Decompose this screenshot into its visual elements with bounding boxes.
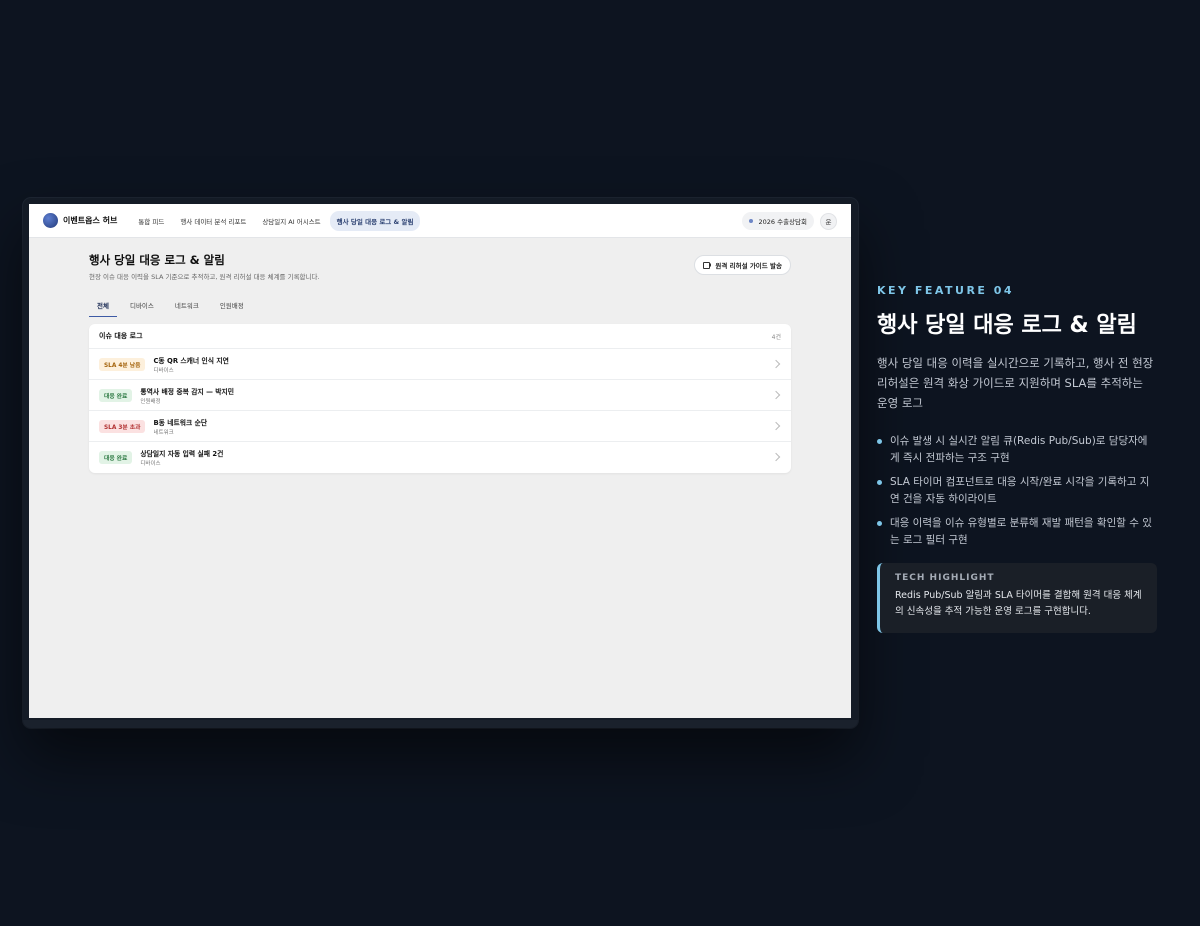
feature-title: 행사 당일 대응 로그 & 알림 bbox=[877, 313, 1137, 338]
issue-category: 디바이스 bbox=[140, 461, 161, 467]
top-navigation-bar: 이벤트옵스 허브 통합 피드 행사 데이터 분석 리포트 상담일지 AI 어시스… bbox=[29, 204, 851, 238]
app-screen: 이벤트옵스 허브 통합 피드 행사 데이터 분석 리포트 상담일지 AI 어시스… bbox=[29, 204, 851, 718]
event-name: 2026 수출상담회 bbox=[758, 218, 807, 226]
table-row[interactable]: 대응 완료 상담일지 자동 입력 실패 2건 디바이스 bbox=[89, 442, 791, 473]
chevron-right-icon bbox=[771, 421, 781, 431]
list-item: 대응 이력을 이슈 유형별로 분류해 재발 패턴을 확인할 수 있는 로그 필터… bbox=[877, 515, 1157, 549]
issue-category: 인원배정 bbox=[140, 398, 161, 405]
issue-title: 통역사 배정 중복 감지 — 박지민 bbox=[140, 387, 235, 396]
event-selector[interactable]: 2026 수출상담회 bbox=[742, 212, 814, 230]
list-item: 이슈 발생 시 실시간 알림 큐(Redis Pub/Sub)로 담당자에게 즉… bbox=[877, 433, 1157, 467]
video-camera-icon bbox=[703, 262, 712, 269]
guide-button-label: 원격 리허설 가이드 발송 bbox=[715, 262, 782, 270]
card-header: 이슈 대응 로그 4건 bbox=[89, 324, 791, 349]
table-row[interactable]: SLA 3분 초과 B동 네트워크 순단 네트워크 bbox=[89, 411, 791, 442]
table-row[interactable]: SLA 4분 남음 C동 QR 스캐너 인식 지연 디바이스 bbox=[89, 349, 791, 380]
issue-category: 디바이스 bbox=[153, 367, 174, 374]
nav-item-response-log[interactable]: 행사 당일 대응 로그 & 알림 bbox=[329, 210, 421, 231]
status-badge: 대응 완료 bbox=[99, 388, 133, 402]
issue-title: C동 QR 스캐너 인식 지연 bbox=[153, 356, 229, 365]
tab-network[interactable]: 네트워크 bbox=[167, 296, 207, 317]
tab-all[interactable]: 전체 bbox=[89, 296, 117, 317]
nav-item-feed[interactable]: 통합 피드 bbox=[131, 211, 171, 231]
issue-title: B동 네트워크 순단 bbox=[153, 418, 208, 427]
send-rehearsal-guide-button[interactable]: 원격 리허설 가이드 발송 bbox=[694, 255, 791, 275]
page-title: 행사 당일 대응 로그 & 알림 bbox=[89, 253, 225, 267]
feature-kicker: KEY FEATURE 04 bbox=[877, 284, 1015, 297]
status-badge: SLA 3분 초과 bbox=[99, 419, 146, 433]
feature-bullets: 이슈 발생 시 실시간 알림 큐(Redis Pub/Sub)로 담당자에게 즉… bbox=[877, 433, 1157, 549]
logo-icon bbox=[43, 213, 58, 228]
avatar[interactable]: 운 bbox=[820, 212, 837, 230]
feature-panel: KEY FEATURE 04 행사 당일 대응 로그 & 알림 행사 당일 대응… bbox=[877, 284, 1157, 633]
card-title: 이슈 대응 로그 bbox=[99, 332, 143, 340]
app-logo-text[interactable]: 이벤트옵스 허브 bbox=[63, 215, 117, 226]
nav-item-ai-assist[interactable]: 상담일지 AI 어시스트 bbox=[255, 211, 327, 231]
issue-title: 상담일지 자동 입력 실패 2건 bbox=[140, 450, 224, 458]
laptop-base bbox=[23, 720, 858, 728]
tab-device[interactable]: 디바이스 bbox=[122, 296, 162, 317]
filter-tabs: 전체 디바이스 네트워크 인원배정 bbox=[89, 296, 791, 318]
status-badge: SLA 4분 남음 bbox=[99, 357, 146, 371]
issue-category: 네트워크 bbox=[153, 429, 174, 436]
topbar-right: 2026 수출상담회 운 bbox=[742, 204, 837, 238]
laptop-mockup: 이벤트옵스 허브 통합 피드 행사 데이터 분석 리포트 상담일지 AI 어시스… bbox=[23, 198, 858, 728]
issue-count: 4건 bbox=[771, 333, 781, 341]
chevron-right-icon bbox=[771, 359, 781, 369]
main-content: 행사 당일 대응 로그 & 알림 현장 이슈 대응 이력을 SLA 기준으로 추… bbox=[89, 252, 791, 473]
page-subtitle: 현장 이슈 대응 이력을 SLA 기준으로 추적하고, 원격 리허설 대응 체계… bbox=[89, 273, 320, 281]
table-row[interactable]: 대응 완료 통역사 배정 중복 감지 — 박지민 인원배정 bbox=[89, 380, 791, 411]
tab-staffing[interactable]: 인원배정 bbox=[212, 296, 252, 317]
nav-item-report[interactable]: 행사 데이터 분석 리포트 bbox=[173, 211, 253, 231]
tech-highlight-box: TECH HIGHLIGHT Redis Pub/Sub 알림과 SLA 타이머… bbox=[877, 563, 1157, 633]
highlight-label: TECH HIGHLIGHT bbox=[895, 573, 995, 583]
chevron-right-icon bbox=[771, 390, 781, 400]
chevron-right-icon bbox=[771, 452, 781, 462]
feature-description: 행사 당일 대응 이력을 실시간으로 기록하고, 행사 전 현장 리허설은 원격… bbox=[877, 356, 1154, 410]
highlight-text: Redis Pub/Sub 알림과 SLA 타이머를 결합해 원격 대응 체계의… bbox=[895, 590, 1142, 617]
issue-log-card: 이슈 대응 로그 4건 SLA 4분 남음 C동 QR 스캐너 인식 지연 디바… bbox=[89, 324, 791, 473]
status-badge: 대응 완료 bbox=[99, 451, 133, 464]
status-dot-icon bbox=[749, 219, 754, 223]
list-item: SLA 타이머 컴포넌트로 대응 시작/완료 시각을 기록하고 지연 건을 자동… bbox=[877, 474, 1157, 508]
